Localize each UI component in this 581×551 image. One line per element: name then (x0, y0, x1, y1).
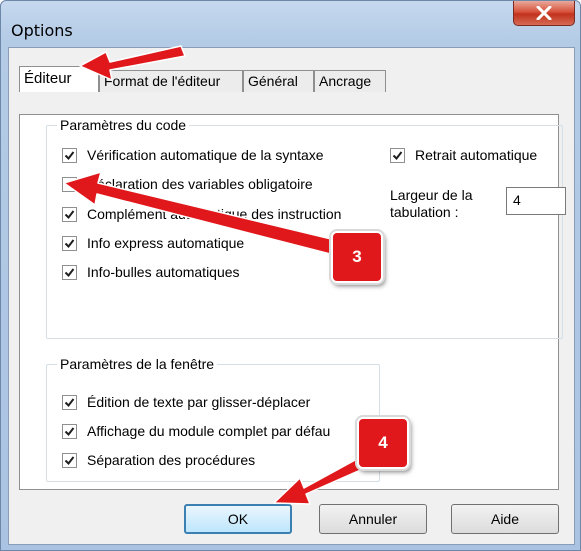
cancel-button[interactable]: Annuler (319, 504, 427, 534)
close-icon (536, 6, 552, 20)
auto-data-tips-label: Info-bulles automatiques (87, 264, 240, 280)
tab-width-label: Largeur de la tabulation : (390, 187, 473, 221)
checkmark-icon (64, 209, 75, 219)
auto-indent-label: Retrait automatique (415, 147, 538, 163)
full-module-view-checkbox[interactable] (62, 423, 77, 439)
auto-indent-checkbox[interactable] (390, 147, 405, 163)
auto-list-members-option[interactable]: Complément automatique des instruction (62, 206, 341, 222)
tab-editeur[interactable]: Éditeur (19, 66, 99, 92)
window-title: Options (11, 21, 73, 40)
auto-list-members-checkbox[interactable] (62, 206, 77, 222)
dialog-client-area: Éditeur Format de l'éditeur Général Ancr… (8, 47, 575, 545)
callout-4: 4 (357, 417, 409, 469)
checkmark-icon (392, 150, 403, 160)
callout-3: 3 (331, 231, 383, 283)
procedure-separator-label: Séparation des procédures (87, 452, 256, 468)
syntax-check-label: Vérification automatique de la syntaxe (87, 147, 324, 163)
tab-general[interactable]: Général (243, 70, 314, 92)
ok-button[interactable]: OK (184, 504, 292, 534)
checkmark-icon (64, 267, 75, 277)
require-variable-checkbox[interactable] (62, 176, 77, 192)
syntax-check-option[interactable]: Vérification automatique de la syntaxe (62, 147, 324, 163)
tab-ancrage[interactable]: Ancrage (314, 70, 386, 92)
options-dialog: Options Éditeur Format de l'éditeur Géné… (0, 0, 581, 551)
procedure-separator-checkbox[interactable] (62, 452, 77, 468)
checkmark-icon (64, 455, 75, 465)
drag-drop-checkbox[interactable] (62, 394, 77, 410)
editor-tab-panel: Paramètres du code Vérification automati… (19, 114, 566, 490)
auto-data-tips-option[interactable]: Info-bulles automatiques (62, 264, 240, 280)
procedure-separator-option[interactable]: Séparation des procédures (62, 452, 255, 468)
help-button[interactable]: Aide (451, 504, 559, 534)
tab-width-label-line2: tabulation : (390, 204, 459, 220)
syntax-check-checkbox[interactable] (62, 147, 77, 163)
auto-quick-info-checkbox[interactable] (62, 235, 77, 251)
require-variable-label: Déclaration des variables obligatoire (87, 176, 313, 192)
checkmark-icon (64, 426, 75, 436)
window-settings-legend: Paramètres de la fenêtre (57, 355, 218, 373)
auto-data-tips-checkbox[interactable] (62, 264, 77, 280)
tab-width-input[interactable]: 4 (506, 187, 566, 215)
require-variable-option[interactable]: Déclaration des variables obligatoire (62, 176, 313, 192)
checkmark-icon (64, 397, 75, 407)
tab-width-label-line1: Largeur de la (390, 187, 473, 203)
auto-quick-info-label: Info express automatique (87, 235, 245, 251)
drag-drop-option[interactable]: Édition de texte par glisser-déplacer (62, 394, 310, 410)
close-button[interactable] (513, 1, 575, 26)
title-bar[interactable]: Options (1, 1, 580, 47)
auto-indent-option[interactable]: Retrait automatique (390, 147, 537, 163)
drag-drop-label: Édition de texte par glisser-déplacer (87, 394, 311, 410)
code-settings-legend: Paramètres du code (57, 116, 190, 134)
full-module-view-option[interactable]: Affichage du module complet par défau (62, 423, 330, 439)
full-module-view-label: Affichage du module complet par défau (87, 423, 331, 439)
auto-quick-info-option[interactable]: Info express automatique (62, 235, 244, 251)
checkmark-icon (64, 150, 75, 160)
tab-format-editeur[interactable]: Format de l'éditeur (99, 70, 243, 92)
checkmark-icon (64, 238, 75, 248)
auto-list-members-label: Complément automatique des instruction (87, 206, 342, 222)
